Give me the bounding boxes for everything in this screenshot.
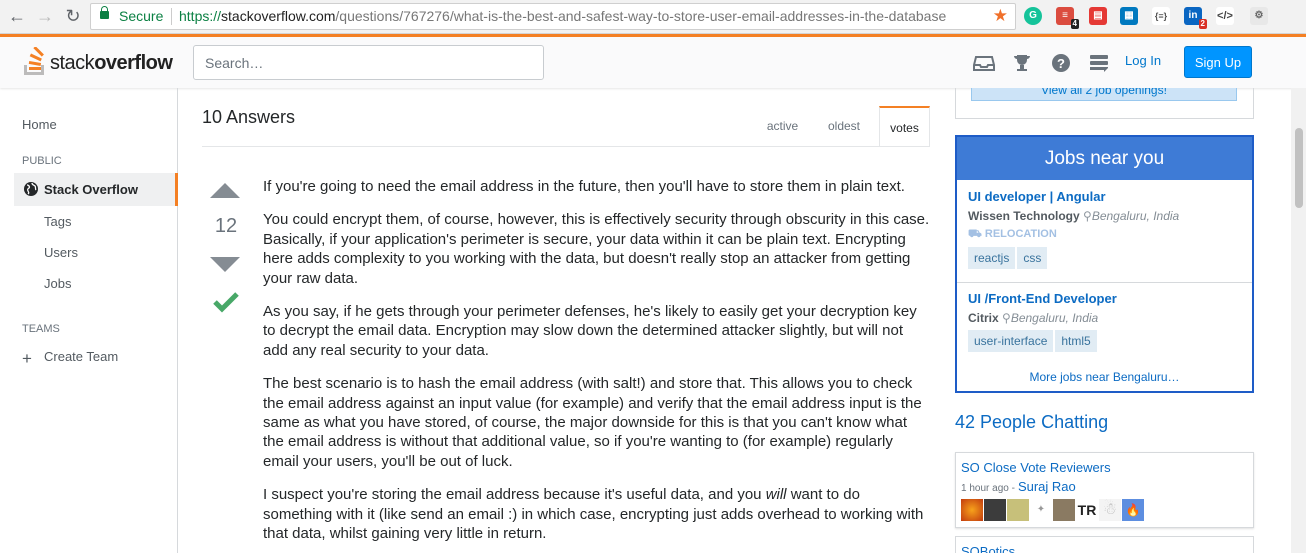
- url-separator: [171, 8, 172, 25]
- truck-icon: ⛟: [968, 228, 982, 240]
- forward-icon[interactable]: →: [34, 5, 56, 27]
- signup-button[interactable]: Sign Up: [1184, 46, 1252, 78]
- stack-logo-icon: [24, 46, 44, 75]
- bookmark-star-icon[interactable]: ★: [993, 6, 1008, 26]
- job-company: Wissen Technology ⚲Bengaluru, India: [968, 209, 1180, 223]
- logo-text: stackoverflow: [50, 52, 173, 74]
- avatar[interactable]: 🔥: [1122, 499, 1144, 521]
- job-company: Citrix ⚲Bengaluru, India: [968, 311, 1099, 325]
- chat-room-name[interactable]: SO Close Vote Reviewers: [961, 460, 1111, 475]
- answer-score: 12: [214, 215, 238, 237]
- avatar[interactable]: [1007, 499, 1029, 521]
- jobs-heading: Jobs near you: [957, 137, 1252, 180]
- tab-votes[interactable]: votes: [879, 106, 930, 146]
- chat-avatars: ✦ TR ☃ 🔥: [961, 499, 1145, 521]
- login-link[interactable]: Log In: [1125, 53, 1161, 68]
- chat-room-name[interactable]: SOBotics: [961, 544, 1015, 553]
- tab-oldest[interactable]: oldest: [816, 106, 872, 146]
- grammarly-icon[interactable]: G: [1024, 7, 1042, 25]
- plus-icon[interactable]: +: [22, 349, 32, 369]
- back-icon[interactable]: ←: [6, 5, 28, 27]
- tag[interactable]: reactjs: [968, 247, 1016, 269]
- sidebar-heading-public: PUBLIC: [22, 155, 62, 167]
- create-team-link[interactable]: Create Team: [44, 349, 118, 364]
- scrollbar-thumb[interactable]: [1295, 128, 1303, 208]
- browser-toolbar: ← → ↻ Secure https://stackoverflow.com/q…: [0, 0, 1306, 34]
- avatar[interactable]: ☃: [1099, 499, 1121, 521]
- job-title[interactable]: UI developer | Angular: [968, 189, 1248, 204]
- sidebar-item-users[interactable]: Users: [44, 245, 78, 260]
- sidebar-heading-teams: TEAMS: [22, 323, 60, 335]
- code-icon[interactable]: </>: [1216, 7, 1234, 25]
- answer-body: If you're going to need the email addres…: [263, 177, 931, 553]
- avatar[interactable]: TR: [1076, 499, 1098, 521]
- url-text[interactable]: https://stackoverflow.com/questions/7672…: [179, 8, 946, 24]
- search-input[interactable]: [193, 45, 544, 80]
- achievements-icon[interactable]: [1011, 52, 1033, 74]
- chat-heading[interactable]: 42 People Chatting: [955, 412, 1108, 433]
- job-divider: [957, 282, 1252, 283]
- job-title[interactable]: UI /Front-End Developer: [968, 291, 1248, 306]
- left-sidebar: Home PUBLIC Stack Overflow Tags Users Jo…: [0, 88, 178, 553]
- tag[interactable]: html5: [1055, 330, 1097, 352]
- globe-icon: [24, 182, 38, 196]
- accepted-checkmark-icon: [213, 292, 239, 313]
- tag[interactable]: user-interface: [968, 330, 1054, 352]
- reload-icon[interactable]: ↻: [62, 5, 84, 27]
- svg-text:?: ?: [1057, 56, 1065, 71]
- secure-label: Secure: [119, 8, 164, 24]
- job-tags: user-interface html5: [968, 330, 1248, 352]
- sidebar-item-tags[interactable]: Tags: [44, 214, 71, 229]
- location-pin-icon: ⚲: [1002, 311, 1011, 325]
- avatar[interactable]: [961, 499, 983, 521]
- tabs-divider: [202, 146, 930, 147]
- linkedin-icon[interactable]: in 2: [1184, 7, 1207, 29]
- downvote-arrow-icon[interactable]: [210, 257, 240, 272]
- site-switcher-icon[interactable]: [1088, 52, 1110, 74]
- answer-paragraph: I suspect you're storing the email addre…: [263, 486, 924, 543]
- location-pin-icon: ⚲: [1083, 209, 1092, 223]
- tag[interactable]: css: [1017, 247, 1048, 269]
- avatar[interactable]: ✦: [1030, 499, 1052, 521]
- more-jobs-link[interactable]: More jobs near Bengaluru…: [957, 370, 1252, 384]
- answer-paragraph: As you say, if he gets through your peri…: [263, 303, 917, 359]
- sidebar-item-home[interactable]: Home: [22, 117, 57, 132]
- chat-room-card[interactable]: SOBotics: [955, 536, 1254, 553]
- trello-icon[interactable]: ▦: [1120, 7, 1138, 25]
- upvote-arrow-icon[interactable]: [210, 183, 240, 198]
- lock-icon: [100, 6, 109, 19]
- chat-room-activity: 1 hour ago - Suraj Rao: [961, 479, 1076, 494]
- job-listing[interactable]: UI developer | Angular Wissen Technology…: [968, 189, 1248, 269]
- answer-paragraph: If you're going to need the email addres…: [263, 178, 905, 195]
- answer-paragraph: You could encrypt them, of course, howev…: [263, 211, 930, 287]
- sidebar-item-stack-overflow[interactable]: Stack Overflow: [14, 173, 178, 206]
- stackoverflow-logo[interactable]: stackoverflow: [22, 46, 182, 79]
- pdf-icon[interactable]: ▤: [1089, 7, 1107, 25]
- job-tags: reactjs css: [968, 247, 1248, 269]
- site-header: stackoverflow ? Log In Sign Up: [0, 34, 1306, 88]
- chat-room-card[interactable]: SO Close Vote Reviewers 1 hour ago - Sura…: [955, 452, 1254, 528]
- relocation-label: ⛟ RELOCATION: [968, 228, 1057, 240]
- answer-paragraph: The best scenario is to hash the email a…: [263, 375, 922, 470]
- settings-icon[interactable]: ⚙: [1250, 7, 1268, 25]
- view-all-jobs-button[interactable]: View all 2 job openings!: [971, 88, 1237, 101]
- help-icon[interactable]: ?: [1050, 52, 1072, 74]
- todoist-icon[interactable]: ≡ 4: [1056, 7, 1079, 29]
- page-scrollbar[interactable]: [1291, 88, 1306, 553]
- avatar[interactable]: [984, 499, 1006, 521]
- jobs-near-you-box: Jobs near you UI developer | Angular Wis…: [955, 135, 1254, 393]
- job-listing[interactable]: UI /Front-End Developer Citrix ⚲Bengalur…: [968, 291, 1248, 352]
- address-bar[interactable]: Secure https://stackoverflow.com/questio…: [90, 3, 1016, 30]
- inbox-icon[interactable]: [973, 52, 995, 74]
- json-icon[interactable]: {≡}: [1152, 7, 1170, 25]
- chat-user-link: Suraj Rao: [1017, 479, 1076, 494]
- answers-count-title: 10 Answers: [202, 107, 296, 127]
- sidebar-item-jobs[interactable]: Jobs: [44, 276, 71, 291]
- tab-active[interactable]: active: [755, 106, 810, 146]
- avatar[interactable]: [1053, 499, 1075, 521]
